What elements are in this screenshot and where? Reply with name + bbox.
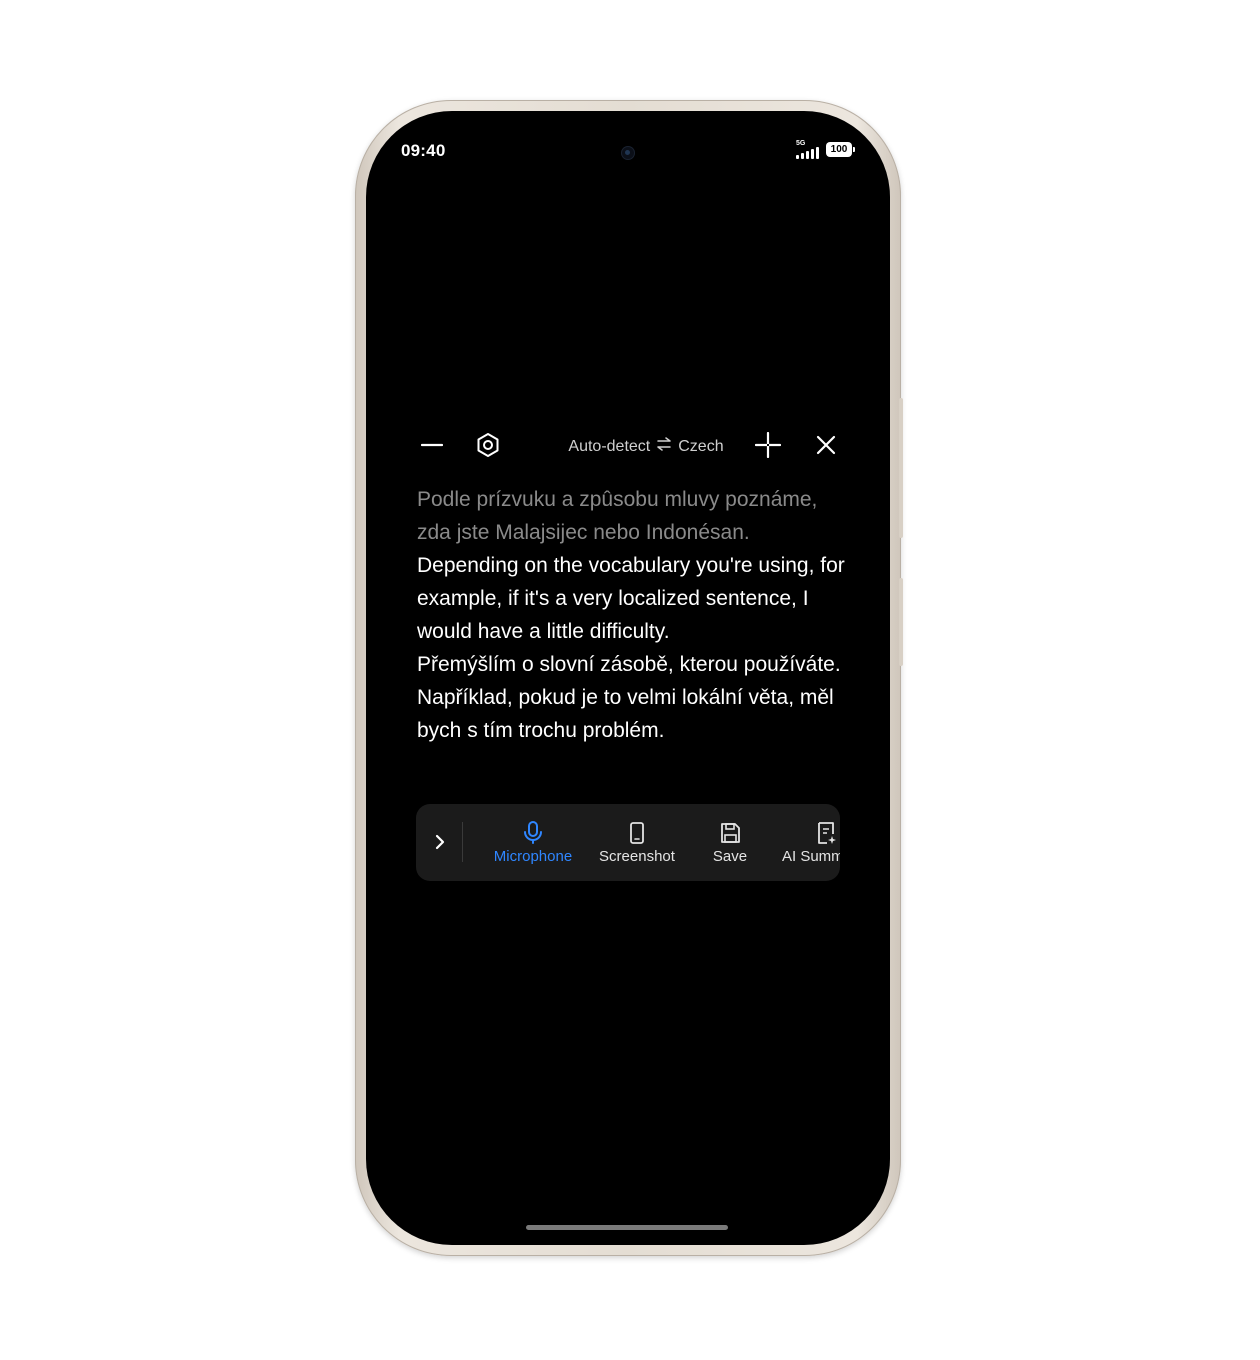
microphone-button[interactable]: Microphone [488,821,578,865]
divider [462,822,463,862]
czech-translation: Přemýšlím o slovní zásobě, kterou použív… [417,653,841,742]
language-selector[interactable]: Auto-detect Czech [546,437,746,456]
phone-screen: 09:40 5G 100 Auto-detect Czech Podle prí… [366,111,890,1245]
source-language[interactable]: Auto-detect [568,438,650,455]
minus-icon[interactable] [416,429,448,461]
home-indicator[interactable] [526,1225,728,1230]
resize-move-icon[interactable] [752,429,784,461]
microphone-icon [488,821,578,845]
source-transcript: Podle prízvuku a zpûsobu mluvy poznáme, … [417,488,818,544]
transcript-area: Podle prízvuku a zpûsobu mluvy poznáme, … [417,483,847,747]
signal-icon: 5G [796,140,822,159]
translation-toolbar: Auto-detect Czech [416,429,840,463]
battery-icon: 100 [826,142,855,157]
front-camera [622,147,634,159]
save-label: Save [712,848,748,865]
english-transcript: Depending on the vocabulary you're using… [417,554,845,643]
screenshot-button[interactable]: Screenshot [596,821,678,865]
ai-summary-icon [782,821,840,845]
power-button [899,398,903,538]
settings-icon[interactable] [472,429,504,461]
target-language[interactable]: Czech [678,438,723,455]
ai-summary-button[interactable]: AI Summ [782,821,840,865]
battery-level: 100 [830,144,848,155]
side-button [899,578,903,666]
phone-screenshot-icon [596,821,678,845]
screenshot-label: Screenshot [599,848,675,865]
network-type: 5G [796,140,806,147]
chevron-right-icon[interactable] [424,826,456,858]
action-bar: Microphone Screenshot Save AI Summ [416,804,840,881]
save-button[interactable]: Save [702,821,758,865]
swap-arrows-icon[interactable] [656,437,672,456]
close-icon[interactable] [810,429,842,461]
status-time: 09:40 [401,141,446,160]
ai-summary-label: AI Summ [782,848,840,865]
microphone-label: Microphone [493,848,573,865]
save-icon [702,821,758,845]
